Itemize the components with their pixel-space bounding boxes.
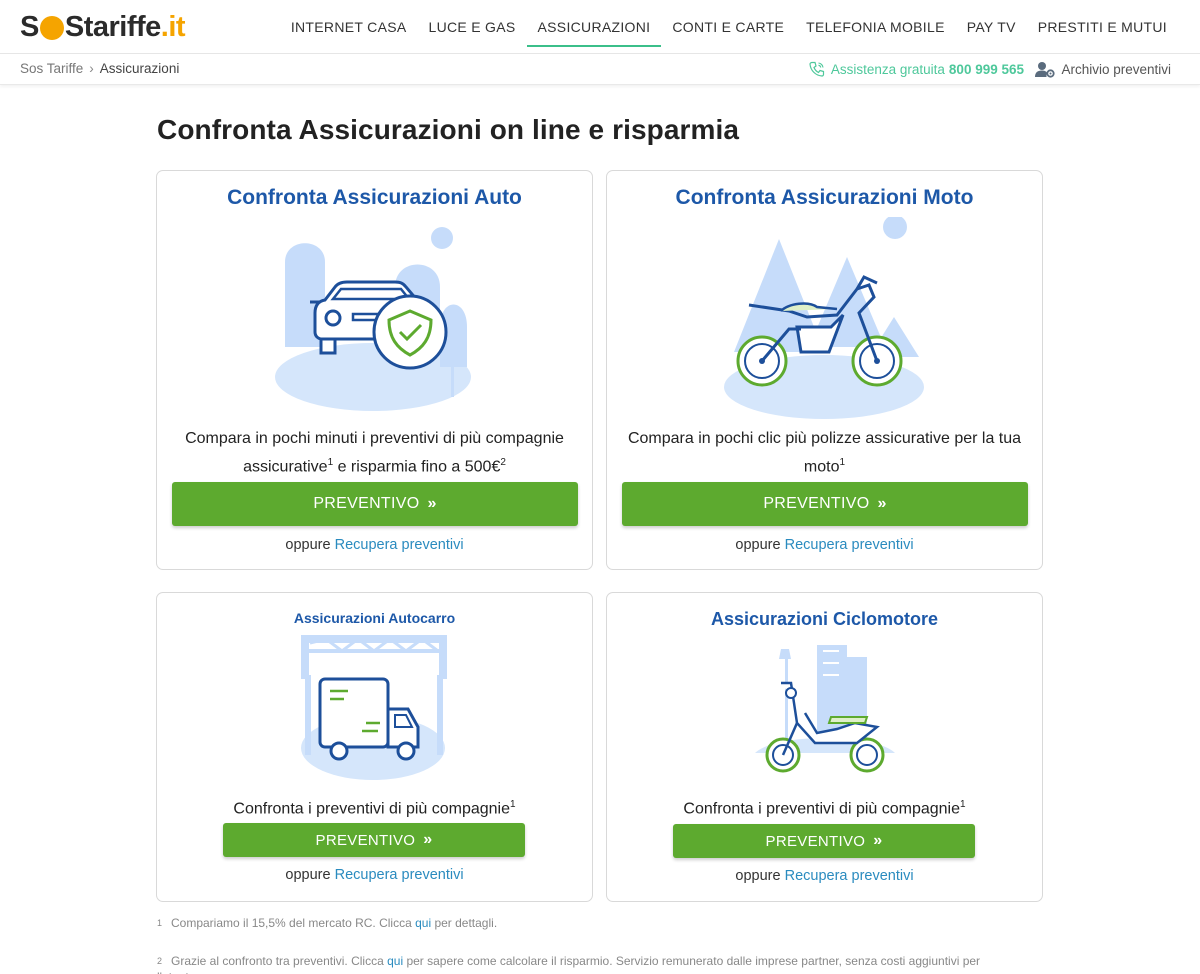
- recupera-preventivi-auto-link[interactable]: Recupera preventivi: [335, 537, 464, 553]
- breadcrumb-separator: ›: [89, 61, 94, 76]
- page-title: Confronta Assicurazioni on line e rispar…: [157, 114, 740, 145]
- breadcrumb-current: Assicurazioni: [99, 61, 180, 76]
- nav-luce-gas[interactable]: LUCE E GAS: [418, 7, 527, 47]
- user-gear-icon: [1035, 62, 1056, 78]
- preventivo-moto-button[interactable]: PREVENTIVO»: [622, 482, 1028, 526]
- card-ciclomotore: Assicurazioni Ciclomotore Confronta i pr…: [606, 592, 1043, 902]
- card-autocarro-title: Assicurazioni Autocarro: [293, 610, 456, 626]
- assistance-label: Assistenza gratuita: [830, 61, 945, 77]
- sostariffe-logo[interactable]: S Stariffe .it: [20, 10, 186, 44]
- nav-pay-tv[interactable]: PAY TV: [956, 7, 1027, 47]
- card-ciclomotore-title: Assicurazioni Ciclomotore: [710, 609, 939, 629]
- top-header: S Stariffe .it INTERNET CASA LUCE E GAS AS…: [0, 0, 1200, 54]
- preventivo-autocarro-button[interactable]: PREVENTIVO»: [223, 823, 525, 857]
- preventivo-auto-button[interactable]: PREVENTIVO»: [172, 482, 578, 526]
- card-ciclomotore-recover: oppure Recupera preventivi: [735, 868, 914, 884]
- phone-icon: [809, 61, 824, 77]
- card-moto-recover: oppure Recupera preventivi: [735, 537, 914, 553]
- double-chevron-right-icon: »: [423, 831, 433, 848]
- footnote-2: 2 Grazie al confronto tra preventivi. Cli…: [157, 954, 981, 974]
- motorcycle-illustration: [724, 217, 924, 419]
- nav-internet-casa[interactable]: INTERNET CASA: [280, 7, 418, 47]
- archive-label: Archivio preventivi: [1061, 62, 1171, 77]
- recupera-preventivi-moto-link[interactable]: Recupera preventivi: [785, 537, 914, 553]
- truck-illustration: [301, 635, 447, 780]
- preventivo-ciclomotore-button[interactable]: PREVENTIVO»: [673, 824, 975, 858]
- nav-telefonia-mobile[interactable]: TELEFONIA MOBILE: [795, 7, 956, 47]
- archive-link[interactable]: Archivio preventivi: [1035, 61, 1171, 78]
- card-auto-title: Confronta Assicurazioni Auto: [227, 186, 522, 209]
- car-shield-illustration: [275, 227, 471, 411]
- assistance-phone: 800 999 565: [948, 61, 1024, 77]
- card-auto-description: Compara in pochi minuti i preventivi di …: [185, 430, 564, 476]
- main-nav: INTERNET CASA LUCE E GAS ASSICURAZIONI C…: [280, 0, 1178, 54]
- card-auto: Confronta Assicurazioni Auto Compara in …: [156, 170, 593, 570]
- scooter-illustration: [755, 645, 895, 773]
- card-moto-title: Confronta Assicurazioni Moto: [675, 186, 974, 209]
- breadcrumb-home[interactable]: Sos Tariffe: [20, 61, 83, 76]
- recupera-preventivi-autocarro-link[interactable]: Recupera preventivi: [335, 867, 464, 883]
- nav-conti-carte[interactable]: CONTI E CARTE: [661, 7, 795, 47]
- card-moto-description: Compara in pochi clic più polizze assicu…: [627, 430, 1022, 476]
- footnote-2-link[interactable]: qui: [387, 954, 403, 968]
- recupera-preventivi-ciclomotore-link[interactable]: Recupera preventivi: [785, 868, 914, 884]
- logo-circle-icon: [39, 16, 64, 40]
- card-auto-recover: oppure Recupera preventivi: [285, 537, 464, 553]
- card-ciclomotore-description: Confronta i preventivi di più compagnie1: [683, 799, 966, 818]
- card-moto: Confronta Assicurazioni Moto Compara in …: [606, 170, 1043, 570]
- card-autocarro: Assicurazioni Autocarro Confronta i prev…: [156, 592, 593, 902]
- footnote-1: 1 Compariamo il 15,5% del mercato RC. Cli…: [157, 916, 498, 930]
- nav-assicurazioni[interactable]: ASSICURAZIONI: [526, 7, 662, 47]
- sub-header: Sos Tariffe › Assicurazioni Assistenza gra…: [0, 54, 1200, 85]
- breadcrumb: Sos Tariffe › Assicurazioni: [20, 61, 179, 76]
- double-chevron-right-icon: »: [427, 495, 437, 512]
- nav-prestiti-mutui[interactable]: PRESTITI E MUTUI: [1027, 7, 1178, 47]
- assistance-link[interactable]: Assistenza gratuita 800 999 565: [809, 61, 1024, 77]
- double-chevron-right-icon: »: [873, 832, 883, 849]
- footnote-1-link[interactable]: qui: [415, 916, 431, 930]
- card-autocarro-recover: oppure Recupera preventivi: [285, 867, 464, 883]
- double-chevron-right-icon: »: [877, 495, 887, 512]
- card-autocarro-description: Confronta i preventivi di più compagnie1: [233, 799, 516, 818]
